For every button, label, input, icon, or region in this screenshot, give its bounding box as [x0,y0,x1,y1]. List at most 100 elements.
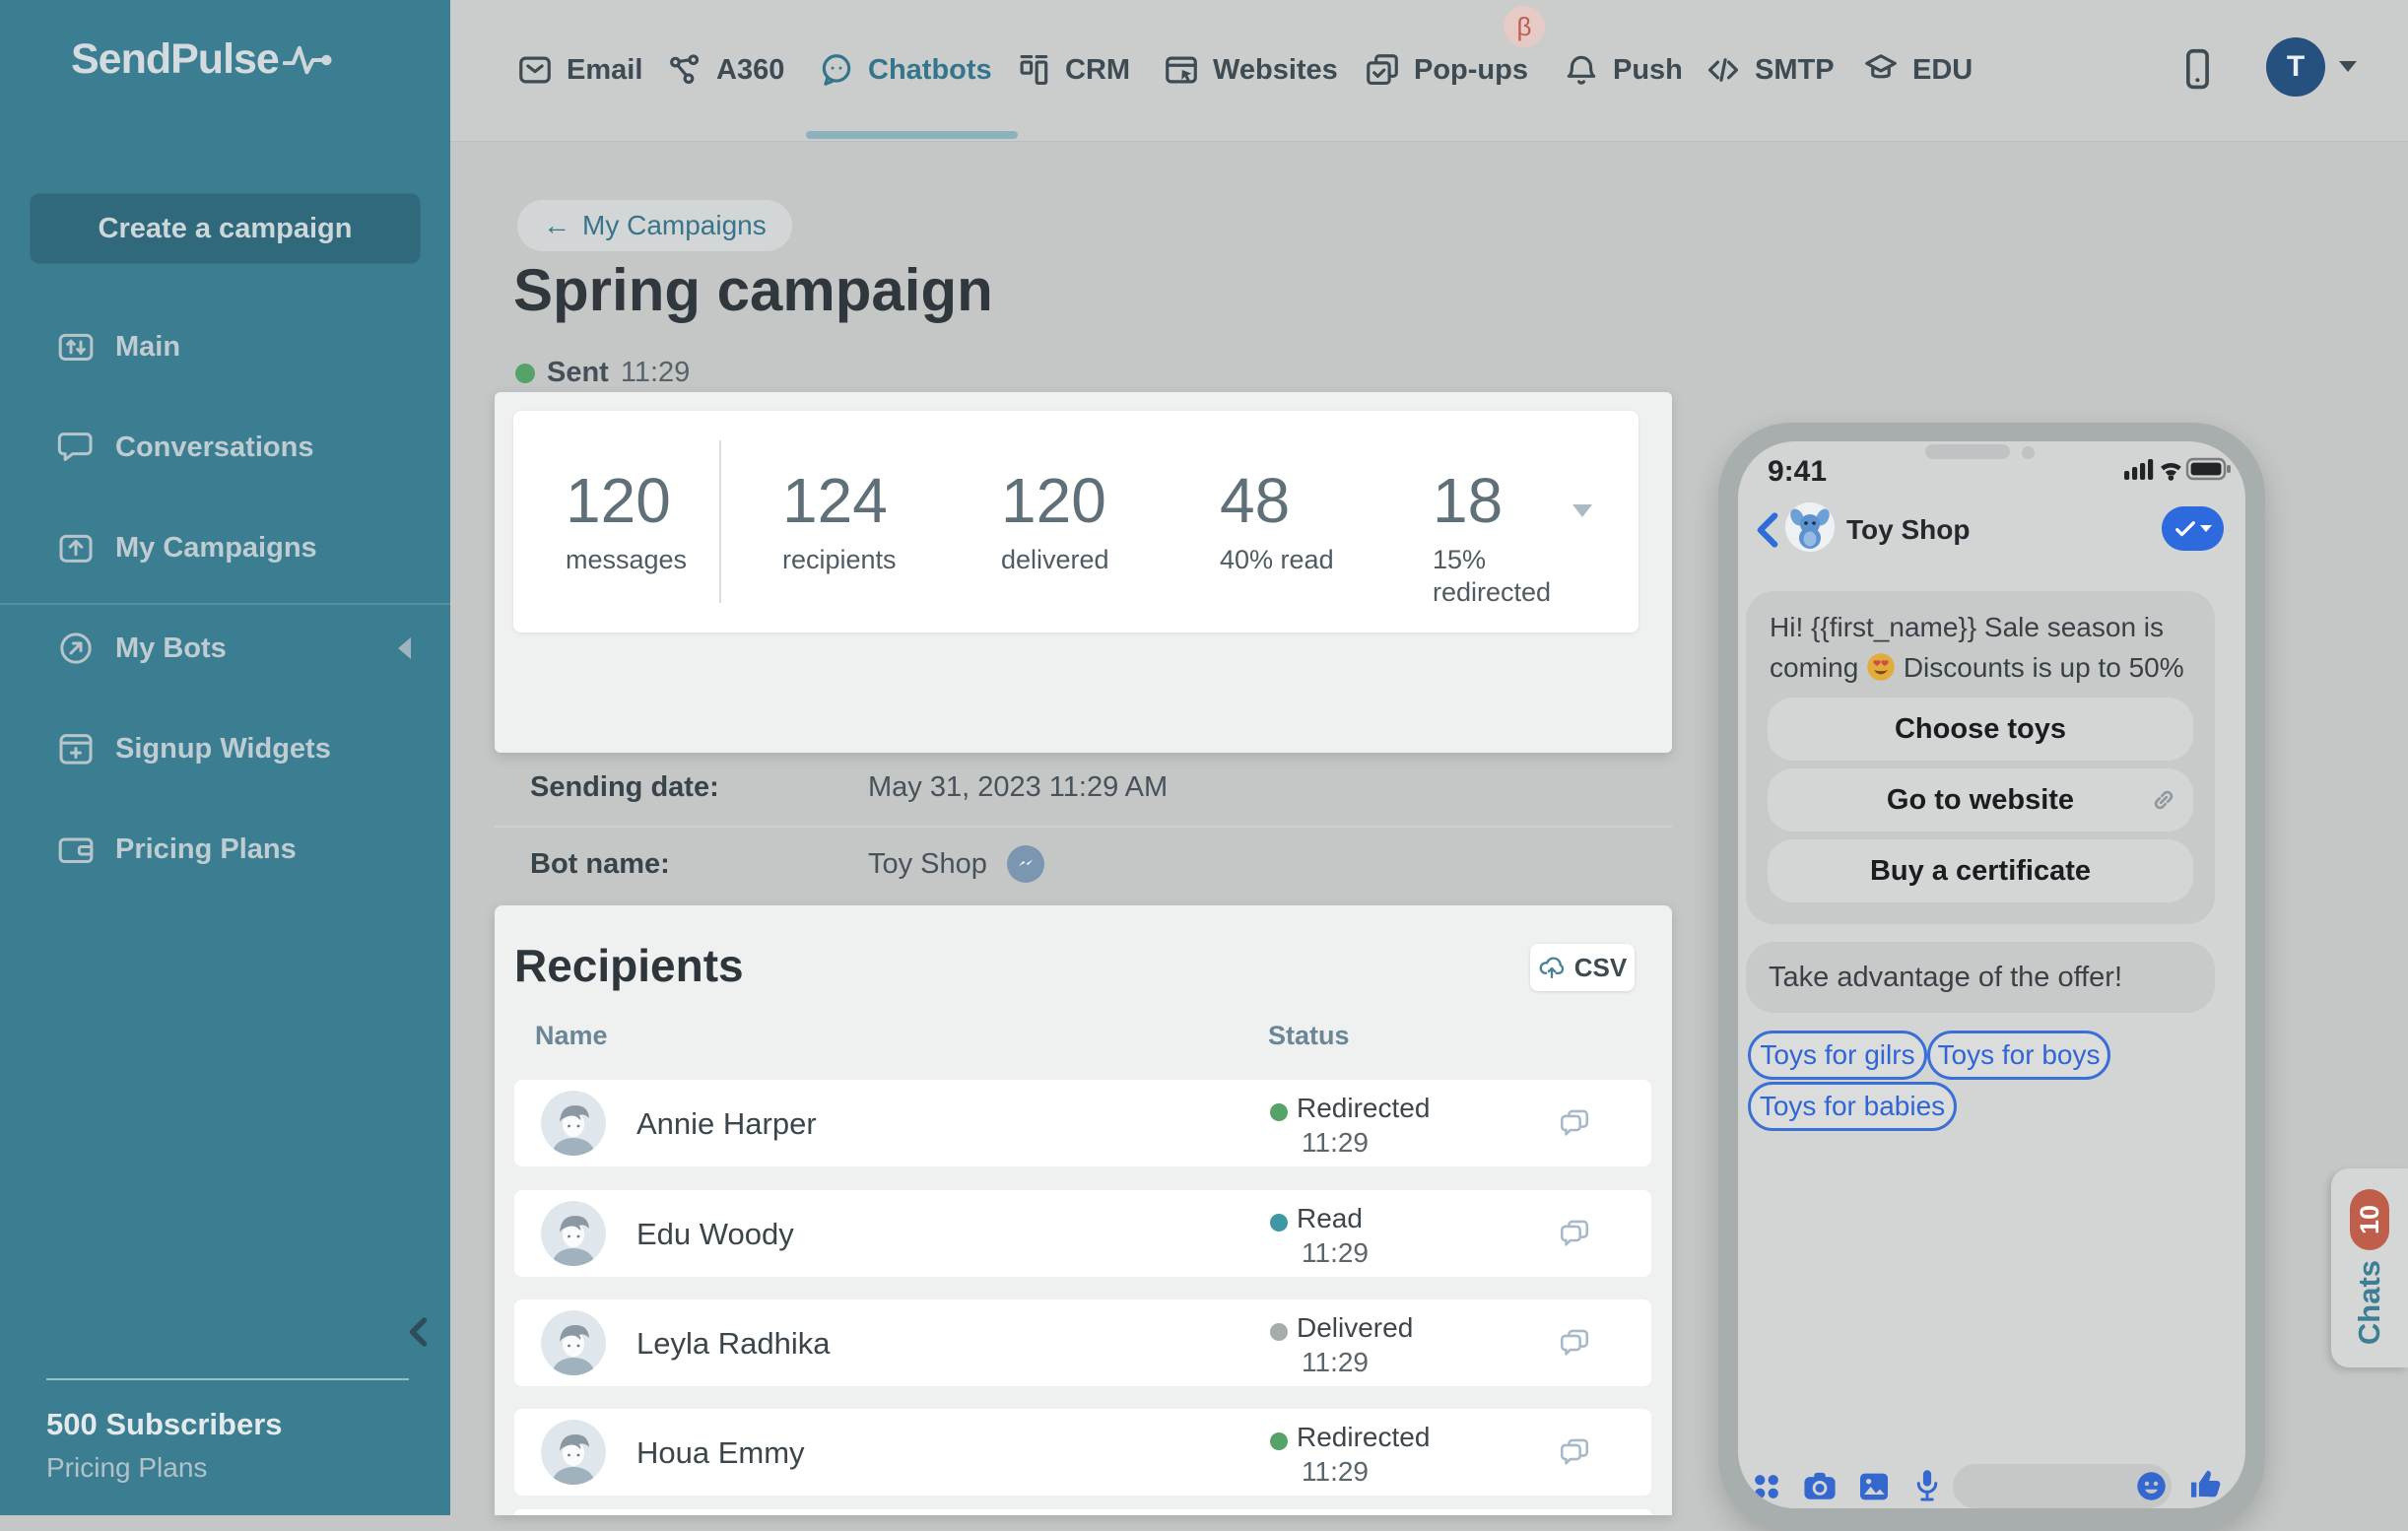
stat-label: 15% redirected [1433,544,1566,609]
detail-value: May 31, 2023 11:29 AM [868,771,1168,804]
recipient-time: 11:29 [1302,1456,1369,1488]
nav-tab-a360[interactable]: A360 [666,44,784,96]
image-icon[interactable] [1858,1472,1890,1501]
open-chat-icon[interactable] [1558,1435,1591,1469]
statusbar-icons [2124,454,2235,482]
emoji-smiley-icon[interactable] [2136,1471,2167,1501]
back-arrow-icon: ← [543,210,570,241]
mobile-app-button[interactable] [2175,45,2219,95]
open-chat-icon[interactable] [1558,1106,1591,1140]
stats-expand-caret[interactable] [1572,504,1592,517]
campaign-stats-panel: 120 messages 124 recipients 120 delivere… [495,392,1672,753]
table-row[interactable]: Edu Woody Read 11:29 [514,1190,1651,1277]
detail-value: Toy Shop [868,848,987,881]
heart-eyes-emoji [1866,652,1896,682]
conversations-icon [56,428,96,467]
sidebar-item-my-bots[interactable]: My Bots [0,614,450,683]
nav-tab-chatbots[interactable]: Chatbots [818,44,992,96]
stat-recipients: 124 recipients [782,465,897,576]
sidebar-item-label: Main [115,331,180,364]
wallet-icon [56,830,96,869]
sidebar-item-my-campaigns[interactable]: My Campaigns [0,513,450,582]
sendpulse-logo[interactable]: SendPulse [71,35,334,84]
status-dot [515,364,535,383]
chat-button-label: Go to website [1887,784,2074,817]
sidebar-footer-divider [46,1378,409,1380]
stat-label: recipients [782,544,897,576]
nav-tab-label: Pop-ups [1414,54,1528,87]
column-header-name: Name [535,1021,608,1051]
stat-value: 48 [1220,465,1334,536]
quick-reply-chip[interactable]: Toys for boys [1927,1031,2110,1080]
recipient-status: Redirected [1297,1093,1430,1124]
sidebar: SendPulse Create a campaign Main Convers… [0,0,450,1515]
phone-screen: 9:41 [1738,441,2245,1508]
sidebar-item-label: Signup Widgets [115,733,331,766]
csv-label: CSV [1574,953,1627,983]
microphone-icon[interactable] [1913,1468,1941,1503]
back-to-campaigns-link[interactable]: ← My Campaigns [517,200,792,251]
sidebar-item-pricing-plans[interactable]: Pricing Plans [0,815,450,884]
chats-tab-label: Chats [2352,1256,2387,1349]
nav-tab-crm[interactable]: CRM [1015,44,1130,96]
quick-reply-chip[interactable]: Toys for babies [1748,1082,1957,1131]
table-row[interactable]: Leyla Radhika Delivered 11:29 [514,1299,1651,1386]
sidebar-collapse-button[interactable] [398,1310,441,1354]
nav-tab-edu[interactable]: EDU [1862,44,1973,96]
bot-message-bubble: Hi! {{first_name}} Sale season is coming… [1746,591,2215,924]
chat-button-buy-certificate[interactable]: Buy a certificate [1768,839,2193,902]
pricing-plans-link[interactable]: Pricing Plans [46,1452,207,1484]
open-chat-icon[interactable] [1558,1326,1591,1360]
a360-icon [666,51,703,89]
nav-tab-label: SMTP [1755,54,1835,87]
nav-tab-smtp[interactable]: SMTP [1705,44,1835,96]
recipient-name: Houa Emmy [636,1435,805,1471]
create-campaign-button[interactable]: Create a campaign [30,193,421,264]
column-header-status: Status [1268,1021,1350,1051]
nav-tab-push[interactable]: Push [1563,44,1683,96]
chat-button-choose-toys[interactable]: Choose toys [1768,698,2193,761]
quick-reply-chip[interactable]: Toys for gilrs [1748,1031,1927,1080]
nav-tab-websites[interactable]: Websites [1163,44,1338,96]
delivered-check-pill[interactable] [2162,506,2224,551]
camera-icon[interactable] [1803,1471,1837,1502]
push-icon [1563,51,1600,89]
avatar [541,1310,606,1375]
phone-mockup: 9:41 [1718,423,2265,1531]
smtp-icon [1705,51,1742,89]
status-dot [1270,1323,1288,1341]
status-dot [1270,1432,1288,1450]
thumbs-up-icon[interactable] [2187,1466,2225,1503]
nav-tab-label: Websites [1213,54,1338,87]
sidebar-item-signup-widgets[interactable]: Signup Widgets [0,714,450,783]
back-button[interactable] [1750,510,1785,550]
recipient-time: 11:29 [1302,1127,1369,1159]
nav-tab-popups[interactable]: Pop-ups [1364,44,1528,96]
sidebar-item-main[interactable]: Main [0,312,450,381]
sidebar-item-conversations[interactable]: Conversations [0,413,450,482]
chats-side-tab[interactable]: 10 Chats [2331,1168,2408,1367]
nav-tab-label: A360 [716,54,784,87]
chevron-left-icon [398,637,411,659]
detail-row-divider [495,826,1672,828]
chevron-left-icon [1750,510,1785,550]
stat-redirected: 18 15% redirected [1433,465,1566,609]
open-chat-icon[interactable] [1558,1217,1591,1250]
export-csv-button[interactable]: CSV [1530,944,1635,991]
message-text: Hi! {{first_name}} Sale season is coming… [1770,607,2193,688]
chat-button-go-to-website[interactable]: Go to website [1768,768,2193,832]
camera-notch [2022,446,2035,459]
table-row[interactable]: Annie Harper Redirected 11:29 [514,1080,1651,1166]
account-caret-icon[interactable] [2339,61,2357,72]
apps-grid-icon[interactable] [1752,1472,1781,1501]
nav-tab-label: EDU [1912,54,1973,87]
status-dot [1270,1214,1288,1231]
recipient-name: Edu Woody [636,1217,794,1252]
nav-tab-email[interactable]: Email [516,44,642,96]
chat-title: Toy Shop [1846,514,1970,546]
table-row[interactable]: Houa Emmy Redirected 11:29 [514,1409,1651,1496]
user-avatar[interactable]: T [2266,37,2325,97]
nav-tab-label: Chatbots [868,54,992,87]
sidebar-item-label: Conversations [115,432,313,464]
chats-unread-badge: 10 [2350,1189,2389,1250]
